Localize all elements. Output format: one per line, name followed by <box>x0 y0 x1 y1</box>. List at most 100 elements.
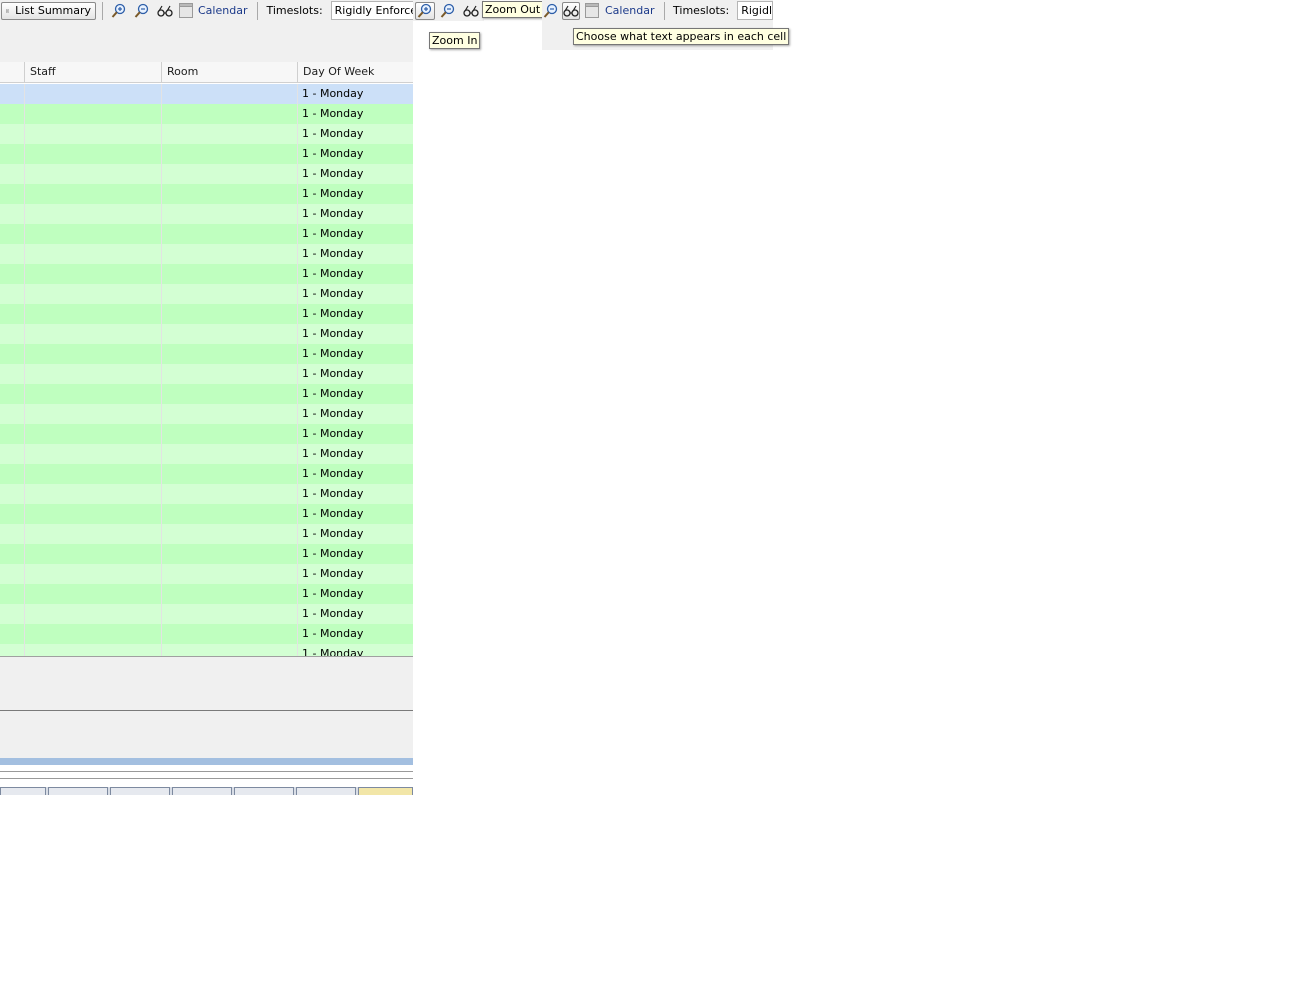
table-row[interactable]: 1 - Monday <box>0 224 413 244</box>
cell-divider <box>297 364 298 384</box>
cell-divider <box>24 544 25 564</box>
table-row[interactable]: 1 - Monday <box>0 424 413 444</box>
table-row[interactable]: 1 - Monday <box>0 624 413 644</box>
glasses-icon <box>463 5 479 17</box>
table-row[interactable]: 1 - Monday <box>0 644 413 656</box>
cell-divider <box>24 584 25 604</box>
taskbar-button[interactable] <box>172 787 232 795</box>
cell-divider <box>24 604 25 624</box>
table-row[interactable]: 1 - Monday <box>0 484 413 504</box>
taskbar-button[interactable] <box>234 787 294 795</box>
taskbar-button[interactable] <box>296 787 356 795</box>
list-summary-label: List Summary <box>15 4 91 17</box>
cell-divider <box>297 484 298 504</box>
table-row[interactable]: 1 - Monday <box>0 104 413 124</box>
table-row[interactable]: 1 - Monday <box>0 144 413 164</box>
day-of-week-cell: 1 - Monday <box>302 467 364 480</box>
cell-divider <box>24 304 25 324</box>
calendar-link[interactable]: Calendar <box>198 4 247 17</box>
cell-divider <box>24 124 25 144</box>
cell-divider <box>297 444 298 464</box>
cell-divider <box>297 644 298 656</box>
table-row[interactable]: 1 - Monday <box>0 164 413 184</box>
table-row[interactable]: 1 - Monday <box>0 384 413 404</box>
day-of-week-cell: 1 - Monday <box>302 167 364 180</box>
taskbar-button[interactable] <box>0 787 46 795</box>
zoom-out-button[interactable] <box>438 2 458 20</box>
table-row[interactable]: 1 - Monday <box>0 544 413 564</box>
table-row[interactable]: 1 - Monday <box>0 184 413 204</box>
cell-divider <box>24 344 25 364</box>
table-row[interactable]: 1 - Monday <box>0 204 413 224</box>
cell-divider <box>297 204 298 224</box>
table-row[interactable]: 1 - Monday <box>0 524 413 544</box>
day-of-week-cell: 1 - Monday <box>302 327 364 340</box>
calendar-link[interactable]: Calendar <box>605 4 654 17</box>
table-row[interactable]: 1 - Monday <box>0 124 413 144</box>
splitter-bar[interactable] <box>0 758 413 765</box>
cell-divider <box>297 624 298 644</box>
cell-divider <box>161 144 162 164</box>
table-row[interactable]: 1 - Monday <box>0 324 413 344</box>
table-row[interactable]: 1 - Monday <box>0 364 413 384</box>
table-row[interactable]: 1 - Monday <box>0 344 413 364</box>
cell-divider <box>161 384 162 404</box>
grid-rows: 1 - Monday 1 - Monday 1 - Monday 1 - Monday… <box>0 84 413 656</box>
cell-divider <box>297 264 298 284</box>
cell-divider <box>161 164 162 184</box>
column-header-room[interactable]: Room <box>161 62 297 82</box>
day-of-week-cell: 1 - Monday <box>302 127 364 140</box>
zoom-in-button[interactable] <box>109 2 129 20</box>
glasses-icon <box>157 5 173 17</box>
cell-divider <box>24 464 25 484</box>
table-row[interactable]: 1 - Monday <box>0 84 413 104</box>
cell-divider <box>161 584 162 604</box>
cell-text-button[interactable] <box>562 1 580 20</box>
table-row[interactable]: 1 - Monday <box>0 444 413 464</box>
taskbar-button[interactable] <box>48 787 108 795</box>
list-summary-button[interactable]: List Summary <box>1 1 96 20</box>
table-row[interactable]: 1 - Monday <box>0 244 413 264</box>
cell-divider <box>161 624 162 644</box>
cell-text-button[interactable] <box>461 2 481 20</box>
table-row[interactable]: 1 - Monday <box>0 264 413 284</box>
zoom-in-button[interactable] <box>415 1 435 20</box>
table-row[interactable]: 1 - Monday <box>0 284 413 304</box>
zoom-out-icon <box>440 3 455 18</box>
table-row[interactable]: 1 - Monday <box>0 504 413 524</box>
cell-divider <box>24 564 25 584</box>
day-of-week-cell: 1 - Monday <box>302 347 364 360</box>
cell-divider <box>24 264 25 284</box>
cell-text-button[interactable] <box>155 2 175 20</box>
taskbar-button[interactable] <box>358 787 413 795</box>
cell-divider <box>161 244 162 264</box>
day-of-week-cell: 1 - Monday <box>302 507 364 520</box>
table-row[interactable]: 1 - Monday <box>0 304 413 324</box>
taskbar <box>0 787 413 795</box>
column-header-staff[interactable]: Staff <box>24 62 161 82</box>
cell-divider <box>161 524 162 544</box>
day-of-week-cell: 1 - Monday <box>302 147 364 160</box>
cell-divider <box>161 484 162 504</box>
timeslots-dropdown[interactable]: Rigidly E <box>737 1 773 20</box>
cell-divider <box>297 344 298 364</box>
day-of-week-cell: 1 - Monday <box>302 207 364 220</box>
cell-divider <box>161 204 162 224</box>
cell-divider <box>161 564 162 584</box>
table-row[interactable]: 1 - Monday <box>0 584 413 604</box>
taskbar-button[interactable] <box>110 787 170 795</box>
zoom-out-button[interactable] <box>543 2 559 20</box>
cell-divider <box>24 284 25 304</box>
day-of-week-cell: 1 - Monday <box>302 527 364 540</box>
table-row[interactable]: 1 - Monday <box>0 564 413 584</box>
timeslots-dropdown[interactable]: Rigidly Enforced Tim <box>330 1 413 20</box>
list-icon <box>6 8 10 13</box>
table-row[interactable]: 1 - Monday <box>0 604 413 624</box>
zoom-out-button[interactable] <box>132 2 152 20</box>
table-row[interactable]: 1 - Monday <box>0 404 413 424</box>
cell-divider <box>161 424 162 444</box>
cell-divider <box>297 284 298 304</box>
table-row[interactable]: 1 - Monday <box>0 464 413 484</box>
column-header-day-of-week[interactable]: Day Of Week <box>297 62 413 82</box>
cell-divider <box>24 444 25 464</box>
